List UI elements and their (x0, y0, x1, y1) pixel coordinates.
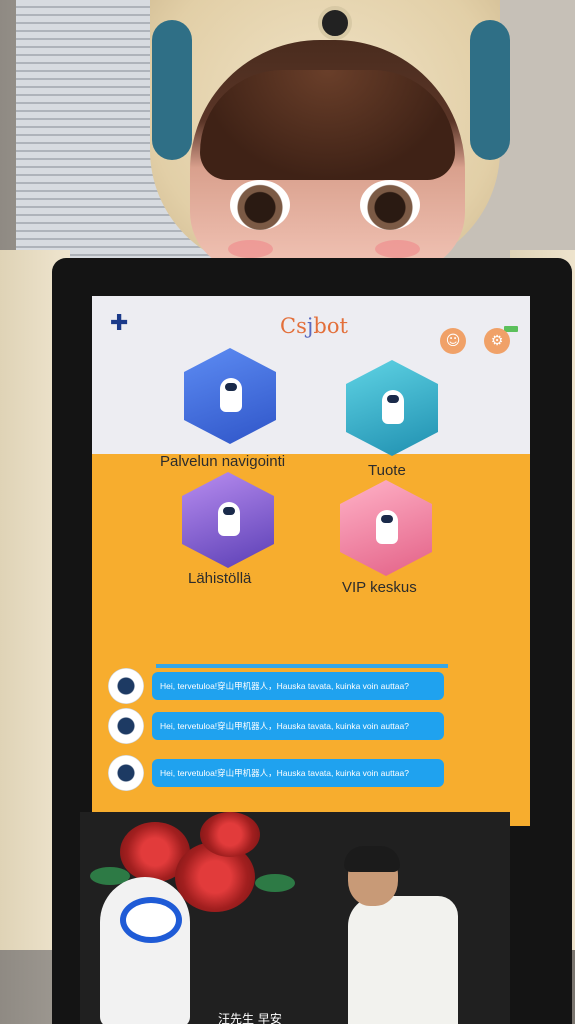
face-eye-left (230, 180, 290, 230)
promo-video-panel[interactable] (80, 812, 510, 1024)
csjbot-logo: Csjbot (280, 314, 348, 338)
chat-bubble: Hei, tervetuloa!穿山甲机器人，Hauska tavata, ku… (152, 759, 444, 787)
video-person-figure (308, 846, 468, 1024)
tile-robot-figure (218, 502, 240, 536)
tile-robot-figure (376, 510, 398, 544)
menu-tile-product[interactable] (346, 360, 438, 456)
menu-label-vip[interactable]: VIP keskus (342, 579, 417, 596)
tile-robot-figure (220, 378, 242, 412)
leaf-graphic (255, 874, 295, 892)
menu-tile-nearby[interactable] (182, 472, 274, 568)
face-eye-right (360, 180, 420, 230)
person-shirt (348, 896, 458, 1024)
face-blush-left (228, 240, 273, 258)
face-hair (200, 70, 455, 180)
robot-face-icon[interactable]: ☺ (440, 328, 466, 354)
logo-text-right: bot (313, 314, 348, 338)
video-robot-visor (120, 897, 182, 943)
robot-ear-right (470, 20, 510, 160)
robot-camera (318, 6, 352, 40)
tile-robot-figure (382, 390, 404, 424)
robot-ear-left (152, 20, 192, 160)
chat-message: Hei, tervetuloa!穿山甲机器人，Hauska tavata, ku… (108, 755, 448, 793)
chat-bubble: Hei, tervetuloa!穿山甲机器人，Hauska tavata, ku… (152, 712, 444, 740)
logo-text-left: Cs (280, 314, 307, 338)
person-hair (344, 846, 400, 872)
chat-message: Hei, tervetuloa!穿山甲机器人，Hauska tavata, ku… (108, 708, 448, 746)
robot-anime-face (190, 40, 465, 272)
menu-tile-navigation[interactable] (184, 348, 276, 444)
menu-tile-vip[interactable] (340, 480, 432, 576)
finland-flag-icon[interactable]: ✚ (110, 311, 128, 336)
robot-avatar-icon (108, 668, 144, 704)
robot-screen: ✚ Csjbot ☺ ⚙ Palvelun navigointi Tuote L… (92, 296, 530, 826)
menu-label-nearby[interactable]: Lähistöllä (188, 570, 251, 587)
gear-icon[interactable]: ⚙ (484, 328, 510, 354)
chat-bubble: Hei, tervetuloa!穿山甲机器人，Hauska tavata, ku… (152, 672, 444, 700)
menu-label-product[interactable]: Tuote (368, 462, 406, 479)
robot-avatar-icon (108, 755, 144, 791)
chat-message: Hei, tervetuloa!穿山甲机器人，Hauska tavata, ku… (108, 668, 448, 706)
face-blush-right (375, 240, 420, 258)
video-subtitle: 汪先生 早安 (218, 1012, 282, 1024)
video-robot-figure (100, 877, 190, 1024)
robot-avatar-icon (108, 708, 144, 744)
menu-label-navigation[interactable]: Palvelun navigointi (160, 453, 285, 470)
rose-graphic (200, 812, 260, 857)
photo-scene: ✚ Csjbot ☺ ⚙ Palvelun navigointi Tuote L… (0, 0, 575, 1024)
